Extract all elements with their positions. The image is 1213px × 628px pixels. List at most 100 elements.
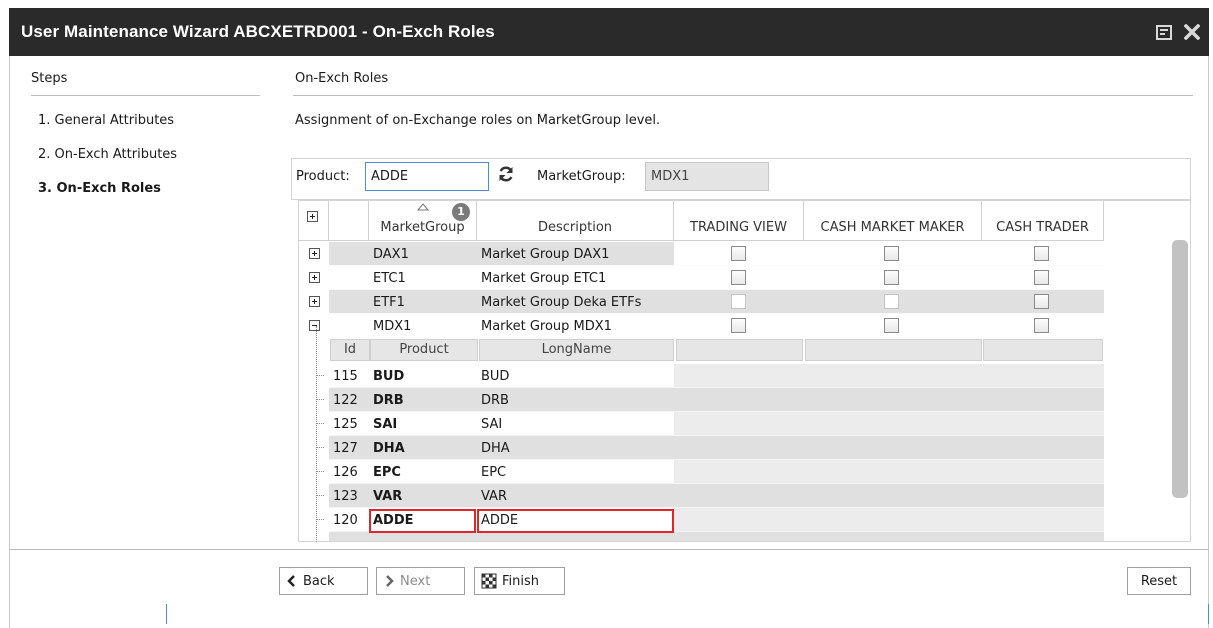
child-column-header-longname[interactable]: LongName <box>479 339 674 361</box>
product-row[interactable]: 127 DHA DHA <box>299 436 1105 460</box>
tree-connector-line <box>316 326 317 542</box>
longname-cell: DHA <box>477 436 674 460</box>
row-indent-cell <box>329 242 369 266</box>
step-on-exch-roles[interactable]: 3. On-Exch Roles <box>38 181 161 196</box>
cash-market-maker-cell <box>804 314 982 338</box>
group-row[interactable]: ETC1 Market Group ETC1 <box>299 266 1105 290</box>
cash-market-maker-checkbox[interactable] <box>884 318 899 333</box>
next-arrow-icon <box>386 575 394 587</box>
column-header-description[interactable]: Description <box>477 201 674 241</box>
step-general-attributes[interactable]: 1. General Attributes <box>38 113 174 128</box>
product-row[interactable]: 122 DRB DRB <box>299 388 1105 412</box>
product-row[interactable]: 125 SAI SAI <box>299 412 1105 436</box>
cash-market-maker-checkbox[interactable] <box>884 294 899 309</box>
tree-connector <box>316 423 324 424</box>
title-bar: User Maintenance Wizard ABCXETRD001 - On… <box>9 8 1209 56</box>
section-description: Assignment of on-Exchange roles on Marke… <box>295 113 661 128</box>
longname-cell: BUD <box>477 364 674 388</box>
cash-trader-checkbox[interactable] <box>1034 246 1049 261</box>
description-cell: Market Group Deka ETFs <box>477 290 674 314</box>
cash-trader-checkbox[interactable] <box>1034 294 1049 309</box>
filter-bar: Product: ADDE MarketGroup: MDX1 <box>291 158 1191 200</box>
close-icon[interactable] <box>1184 24 1200 40</box>
trading-view-checkbox[interactable] <box>731 294 746 309</box>
resize-marker-left <box>166 604 167 624</box>
vertical-scrollbar[interactable] <box>1172 240 1188 498</box>
expand-row-icon[interactable] <box>309 248 320 259</box>
expand-row-icon[interactable] <box>309 272 320 283</box>
collapse-row-icon[interactable] <box>309 320 320 331</box>
back-button[interactable]: Back <box>279 567 368 595</box>
trading-view-checkbox[interactable] <box>731 318 746 333</box>
partial-row <box>299 532 1105 541</box>
highlight-product-box <box>369 509 476 533</box>
column-header-cash-trader[interactable]: CASH TRADER <box>982 201 1104 241</box>
product-id-cell: 122 <box>329 388 369 412</box>
child-column-header-blank <box>676 339 803 361</box>
refresh-icon[interactable] <box>497 165 515 183</box>
child-column-header-blank <box>805 339 982 361</box>
column-header-cash-market-maker-label: CASH MARKET MAKER <box>820 220 965 235</box>
tree-connector <box>316 471 324 472</box>
trading-view-checkbox[interactable] <box>731 270 746 285</box>
product-id-cell: 115 <box>329 364 369 388</box>
product-row[interactable]: 115 BUD BUD <box>299 364 1105 388</box>
back-arrow-icon <box>287 575 295 587</box>
product-row[interactable]: 126 EPC EPC <box>299 460 1105 484</box>
finish-button[interactable]: Finish <box>474 567 565 595</box>
child-column-header-blank <box>983 339 1103 361</box>
column-header-trading-view[interactable]: TRADING VIEW <box>674 201 804 241</box>
frame-left-border <box>9 56 10 628</box>
column-header-cash-market-maker[interactable]: CASH MARKET MAKER <box>804 201 982 241</box>
restore-window-icon[interactable] <box>1156 24 1172 40</box>
section-title: On-Exch Roles <box>295 71 389 86</box>
trading-view-cell <box>674 314 804 338</box>
product-cell: DHA <box>369 436 477 460</box>
cash-trader-checkbox[interactable] <box>1034 318 1049 333</box>
product-cell: DRB <box>369 388 477 412</box>
product-input[interactable]: ADDE <box>365 162 489 191</box>
empty-role-cells <box>674 364 1104 388</box>
child-column-header-id[interactable]: Id <box>330 339 370 361</box>
marketgroup-cell: ETF1 <box>369 290 477 314</box>
next-button[interactable]: Next <box>376 567 465 595</box>
tree-connector <box>316 399 324 400</box>
column-header-marketgroup-label: MarketGroup <box>380 220 465 235</box>
description-cell: Market Group ETC1 <box>477 266 674 290</box>
longname-cell: DRB <box>477 388 674 412</box>
frame-right-border <box>1208 56 1209 628</box>
step-on-exch-attributes[interactable]: 2. On-Exch Attributes <box>38 147 177 162</box>
tree-connector <box>316 495 324 496</box>
group-row[interactable]: MDX1 Market Group MDX1 <box>299 314 1105 338</box>
cash-market-maker-checkbox[interactable] <box>884 270 899 285</box>
product-cell: VAR <box>369 484 477 508</box>
trading-view-checkbox[interactable] <box>731 246 746 261</box>
expand-all-icon[interactable] <box>307 211 318 222</box>
group-row[interactable]: ETF1 Market Group Deka ETFs <box>299 290 1105 314</box>
sort-order-badge: 1 <box>452 203 470 221</box>
marketgroup-cell: MDX1 <box>369 314 477 338</box>
row-indent-cell <box>329 266 369 290</box>
steps-divider <box>31 95 260 96</box>
partial-row-fill <box>329 532 1104 541</box>
marketgroup-cell: ETC1 <box>369 266 477 290</box>
reset-button[interactable]: Reset <box>1127 567 1191 595</box>
cash-trader-checkbox[interactable] <box>1034 270 1049 285</box>
reset-button-label: Reset <box>1140 573 1178 589</box>
group-row[interactable]: DAX1 Market Group DAX1 <box>299 242 1105 266</box>
column-header-marketgroup[interactable]: 1 MarketGroup <box>369 201 477 241</box>
cash-market-maker-checkbox[interactable] <box>884 246 899 261</box>
product-row[interactable]: 123 VAR VAR <box>299 484 1105 508</box>
description-cell: Market Group DAX1 <box>477 242 674 266</box>
marketgroup-input[interactable]: MDX1 <box>645 162 769 191</box>
child-column-header-product[interactable]: Product <box>370 339 478 361</box>
empty-role-cells <box>674 484 1104 508</box>
cash-trader-cell <box>982 314 1104 338</box>
tree-connector <box>316 375 324 376</box>
window-title: User Maintenance Wizard ABCXETRD001 - On… <box>21 22 495 41</box>
cash-market-maker-cell <box>804 242 982 266</box>
section-divider <box>293 95 1193 96</box>
empty-role-cells <box>674 508 1104 532</box>
product-cell: EPC <box>369 460 477 484</box>
expand-row-icon[interactable] <box>309 296 320 307</box>
